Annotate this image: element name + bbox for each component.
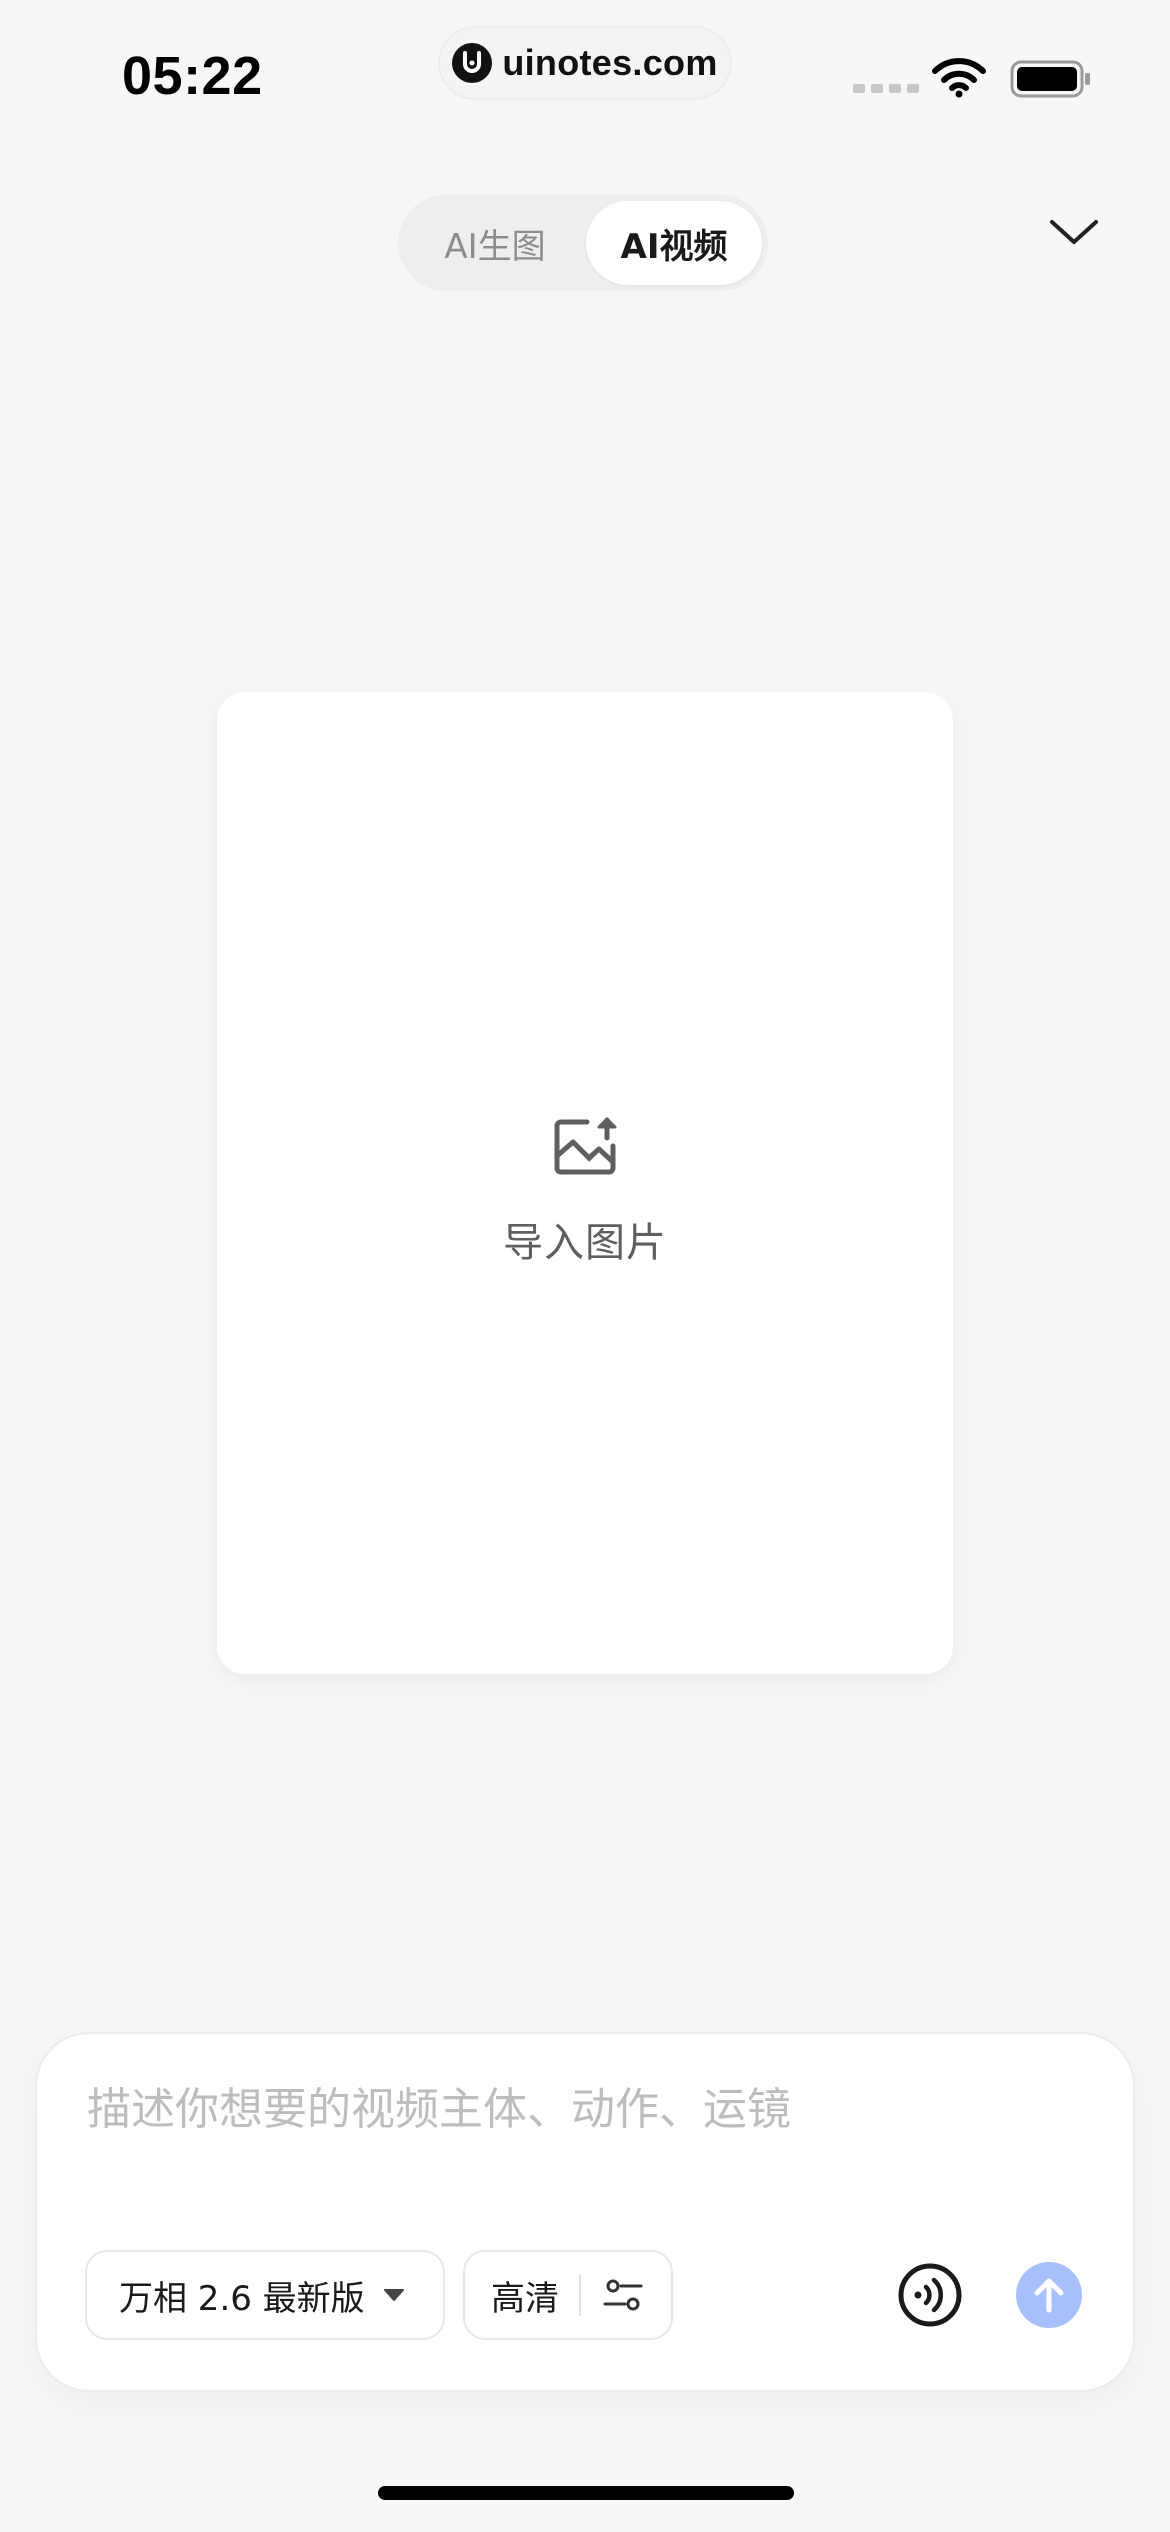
image-upload-icon bbox=[554, 1117, 617, 1175]
wifi-icon bbox=[932, 58, 986, 98]
mode-switch: AI生图 AI视频 bbox=[398, 195, 768, 291]
cellular-signal-icon bbox=[853, 84, 919, 93]
model-select[interactable]: 万相 2.6 最新版 bbox=[85, 2250, 445, 2340]
caret-down-icon bbox=[383, 2289, 404, 2301]
home-indicator[interactable] bbox=[378, 2486, 794, 2500]
prompt-panel: 万相 2.6 最新版 高清 bbox=[37, 2034, 1133, 2390]
divider bbox=[579, 2274, 581, 2316]
chevron-down-icon bbox=[1050, 220, 1098, 244]
voice-icon[interactable] bbox=[897, 2262, 963, 2328]
watermark-badge: uinotes.com bbox=[440, 28, 730, 98]
model-label: 万相 2.6 最新版 bbox=[119, 2278, 365, 2319]
send-button[interactable] bbox=[1016, 2262, 1082, 2328]
image-upload-card[interactable]: 导入图片 bbox=[217, 692, 953, 1674]
sliders-icon bbox=[603, 2279, 643, 2311]
prompt-input[interactable] bbox=[87, 2074, 1067, 2144]
watermark-logo-icon bbox=[452, 43, 493, 83]
tab-ai-image[interactable]: AI生图 bbox=[406, 201, 584, 285]
status-time: 05:22 bbox=[122, 46, 263, 106]
battery-icon bbox=[1010, 60, 1090, 98]
tab-ai-video[interactable]: AI视频 bbox=[586, 201, 762, 285]
quality-label: 高清 bbox=[491, 2278, 559, 2319]
watermark-text: uinotes.com bbox=[502, 42, 718, 83]
quality-settings-button[interactable]: 高清 bbox=[463, 2250, 673, 2340]
collapse-button[interactable] bbox=[1046, 204, 1102, 260]
upload-label: 导入图片 bbox=[503, 1220, 667, 1266]
arrow-up-icon bbox=[1034, 2278, 1064, 2313]
